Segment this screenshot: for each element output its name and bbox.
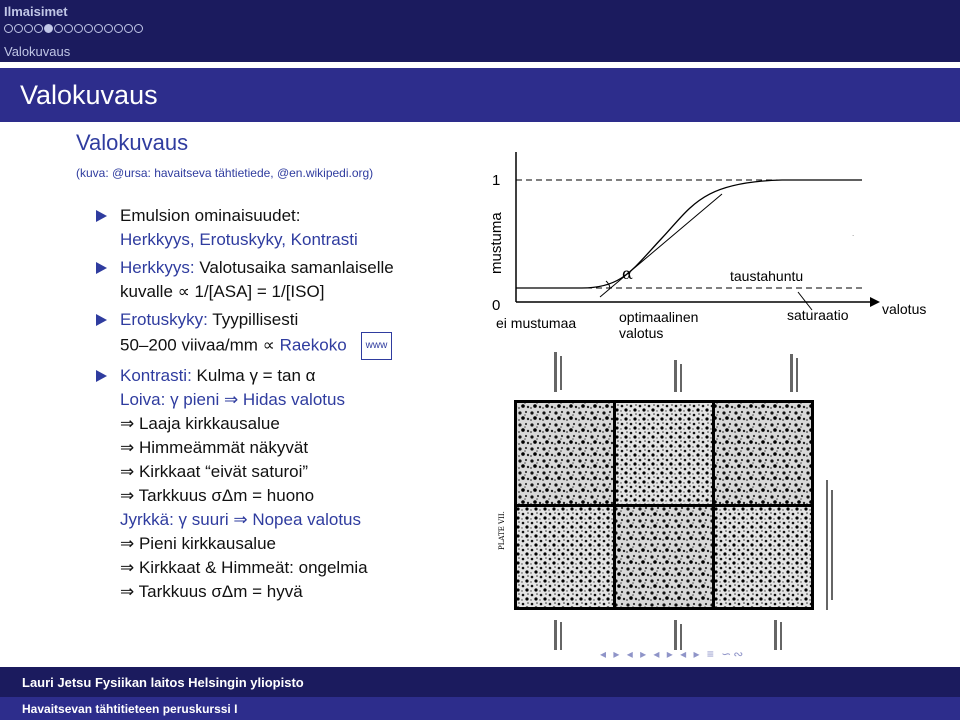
bullet-text: ⇒ Himmeämmät näkyvät <box>120 438 309 457</box>
fog-label: taustahuntu <box>730 268 803 284</box>
saturation-label: saturaatio <box>787 307 849 323</box>
bullet-resolution: Erotuskyky: Tyypillisesti 50–200 viivaa/… <box>96 308 486 360</box>
bullet-sensitivity: Herkkyys: Valotusaika samanlaiselle kuva… <box>96 256 486 304</box>
y-tick-zero: 0 <box>492 297 500 314</box>
nav-dot[interactable] <box>94 24 103 33</box>
bullet-icon <box>96 210 107 222</box>
bullet-text: kuvalle ∝ 1/[ASA] = 1/[ISO] <box>120 282 325 301</box>
nav-dot[interactable] <box>14 24 23 33</box>
bullet-text: Kulma γ = tan α <box>196 366 316 385</box>
slide-subtitle: Valokuvaus <box>76 130 189 155</box>
plate-side-label: PLATE VII. <box>498 511 506 550</box>
nav-dot[interactable] <box>54 24 63 33</box>
bullet-emulsion: Emulsion ominaisuudet: Herkkyys, Erotusk… <box>96 204 486 252</box>
bullet-icon <box>96 370 107 382</box>
tangent-line <box>599 193 723 298</box>
bullet-text: ⇒ Kirkkaat & Himmeät: ongelmia <box>120 558 368 577</box>
bullet-contrast: Kontrasti: Kulma γ = tan α Loiva: γ pien… <box>96 364 486 604</box>
bullet-icon <box>96 262 107 274</box>
bullet-text: Tyypillisesti <box>212 310 299 329</box>
bullet-text: ⇒ Laaja kirkkausalue <box>120 414 280 433</box>
nav-dot[interactable] <box>134 24 143 33</box>
bullet-text: Jyrkkä: γ suuri ⇒ Nopea valotus <box>120 510 362 529</box>
grain-sample <box>715 403 811 504</box>
bullet-icon <box>96 314 107 326</box>
x-axis-label: valotus <box>882 301 926 317</box>
bullet-text: ⇒ Tarkkuus σΔm = huono <box>120 486 315 505</box>
slide: Ilmaisimet Valokuvaus Valokuvaus Valokuv… <box>0 0 960 720</box>
density-curve <box>516 179 862 289</box>
image-source: (kuva: @ursa: havaitseva tähtietiede, @e… <box>76 166 374 180</box>
section-title[interactable]: Ilmaisimet <box>4 4 68 19</box>
nav-dot[interactable] <box>114 24 123 33</box>
beamer-navigation-icons[interactable]: ◂ ▸ ◂ ▸ ◂ ▸ ◂ ▸ ≡ ∽∾ <box>600 647 745 661</box>
grain-sample <box>616 403 712 504</box>
nav-dot[interactable] <box>4 24 13 33</box>
nav-dot[interactable] <box>104 24 113 33</box>
navigation-dots[interactable] <box>4 24 143 33</box>
grain-sample <box>616 507 712 607</box>
bullet-text: 50–200 viivaa/mm ∝ <box>120 335 275 355</box>
footer-course: Havaitsevan tähtitieteen peruskurssi I <box>22 702 238 716</box>
optimal-exposure-label-1: optimaalinen <box>619 309 698 325</box>
footer-author-bar: Lauri Jetsu Fysiikan laitos Helsingin yl… <box>0 667 960 697</box>
no-blackening-label: ei mustumaa <box>496 315 576 331</box>
bullet-text: Valotusaika samanlaiselle <box>199 258 394 277</box>
y-tick-top: 1 <box>492 172 500 189</box>
footer-author: Lauri Jetsu Fysiikan laitos Helsingin yl… <box>22 675 304 690</box>
grain-size-link[interactable]: Raekoko <box>280 335 347 354</box>
characteristic-curve-figure: 1 0 mustuma α taustahuntu valotus ei mus… <box>488 152 926 341</box>
bullet-text: Emulsion ominaisuudet: <box>120 206 301 225</box>
bullet-label: Kontrasti: <box>120 366 192 385</box>
bullet-label: Erotuskyky: <box>120 310 208 329</box>
slide-content: Valokuvaus (kuva: @ursa: havaitseva täht… <box>0 122 960 667</box>
nav-dot[interactable] <box>64 24 73 33</box>
svg-text:.: . <box>852 229 854 238</box>
bullet-text: ⇒ Pieni kirkkausalue <box>120 534 276 553</box>
grain-sample <box>517 403 613 504</box>
alpha-label: α <box>622 264 633 283</box>
www-link-button[interactable]: www <box>360 332 393 360</box>
x-axis-arrow-icon <box>870 297 880 307</box>
bullet-text: ⇒ Kirkkaat “eivät saturoi” <box>120 462 309 481</box>
subsection-title[interactable]: Valokuvaus <box>4 44 70 59</box>
emulsion-plate-image: PLATE VII. <box>498 352 833 650</box>
bullet-text: ⇒ Tarkkuus σΔm = hyvä <box>120 582 303 601</box>
bullet-label: Herkkyys: <box>120 258 195 277</box>
bullet-list: Emulsion ominaisuudet: Herkkyys, Erotusk… <box>96 204 486 608</box>
frame-title: Valokuvaus <box>20 80 158 110</box>
nav-dot-current[interactable] <box>44 24 53 33</box>
bullet-text: Herkkyys, Erotuskyky, Kontrasti <box>120 230 358 249</box>
y-axis-label: mustuma <box>488 212 505 274</box>
nav-dot[interactable] <box>74 24 83 33</box>
nav-dot[interactable] <box>84 24 93 33</box>
grain-sample <box>715 507 811 607</box>
bullet-text: Loiva: γ pieni ⇒ Hidas valotus <box>120 390 345 409</box>
header-bar: Ilmaisimet Valokuvaus <box>0 0 960 62</box>
grain-sample <box>517 507 613 607</box>
footer-course-bar: Havaitsevan tähtitieteen peruskurssi I <box>0 697 960 720</box>
nav-dot[interactable] <box>124 24 133 33</box>
nav-dot[interactable] <box>34 24 43 33</box>
nav-dot[interactable] <box>24 24 33 33</box>
optimal-exposure-label-2: valotus <box>619 325 663 341</box>
title-bar: Valokuvaus <box>0 68 960 122</box>
